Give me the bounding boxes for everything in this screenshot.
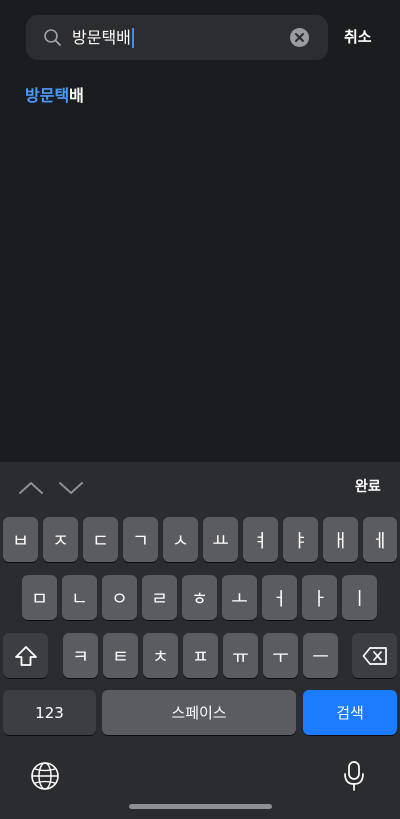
backspace-icon	[362, 646, 387, 665]
key-ㅣ[interactable]: ㅣ	[342, 575, 377, 620]
key-ㅛ[interactable]: ㅛ	[203, 517, 238, 562]
search-query: 방문택배	[72, 28, 131, 47]
key-ㅁ[interactable]: ㅁ	[22, 575, 57, 620]
key-ㅋ[interactable]: ㅋ	[63, 633, 98, 678]
home-indicator	[129, 804, 272, 809]
search-field[interactable]: 방문택배	[26, 15, 328, 60]
suggestion-rest-text: 배	[69, 86, 84, 105]
key-ㅍ[interactable]: ㅍ	[183, 633, 218, 678]
key-ㅊ[interactable]: ㅊ	[143, 633, 178, 678]
key-ㄴ[interactable]: ㄴ	[62, 575, 97, 620]
key-ㅈ[interactable]: ㅈ	[43, 517, 78, 562]
numbers-key[interactable]: 123	[3, 690, 96, 735]
shift-icon	[14, 645, 37, 666]
key-ㅇ[interactable]: ㅇ	[102, 575, 137, 620]
chevron-down-icon[interactable]	[57, 478, 85, 498]
clear-icon	[295, 33, 304, 42]
key-ㅑ[interactable]: ㅑ	[283, 517, 318, 562]
chevron-up-icon[interactable]	[17, 478, 45, 498]
key-ㄹ[interactable]: ㄹ	[142, 575, 177, 620]
delete-key[interactable]	[352, 633, 397, 678]
key-ㅂ[interactable]: ㅂ	[3, 517, 38, 562]
key-ㅌ[interactable]: ㅌ	[103, 633, 138, 678]
key-ㄷ[interactable]: ㄷ	[83, 517, 118, 562]
cancel-button[interactable]: 취소	[344, 26, 372, 48]
space-key[interactable]: 스페이스	[102, 690, 296, 735]
key-ㅔ[interactable]: ㅔ	[363, 517, 397, 562]
key-ㅓ[interactable]: ㅓ	[262, 575, 297, 620]
key-ㅡ[interactable]: ㅡ	[303, 633, 338, 678]
search-key[interactable]: 검색	[303, 690, 397, 735]
search-input[interactable]: 방문택배	[72, 27, 134, 49]
done-button[interactable]: 완료	[355, 477, 381, 497]
clear-search-button[interactable]	[290, 28, 309, 47]
key-ㅅ[interactable]: ㅅ	[163, 517, 198, 562]
text-cursor	[131, 28, 134, 48]
shift-key[interactable]	[3, 633, 48, 678]
globe-icon[interactable]	[30, 761, 60, 791]
key-ㅎ[interactable]: ㅎ	[182, 575, 217, 620]
key-ㅕ[interactable]: ㅕ	[243, 517, 278, 562]
key-ㅜ[interactable]: ㅜ	[263, 633, 298, 678]
key-ㅏ[interactable]: ㅏ	[302, 575, 337, 620]
suggestion-match-text: 방문택	[25, 86, 70, 105]
search-icon	[43, 28, 63, 48]
key-ㄱ[interactable]: ㄱ	[123, 517, 158, 562]
suggestion-item[interactable]: 방문택배	[25, 85, 84, 107]
key-ㅐ[interactable]: ㅐ	[323, 517, 358, 562]
key-ㅗ[interactable]: ㅗ	[222, 575, 257, 620]
microphone-icon[interactable]	[342, 760, 366, 792]
key-ㅠ[interactable]: ㅠ	[223, 633, 258, 678]
